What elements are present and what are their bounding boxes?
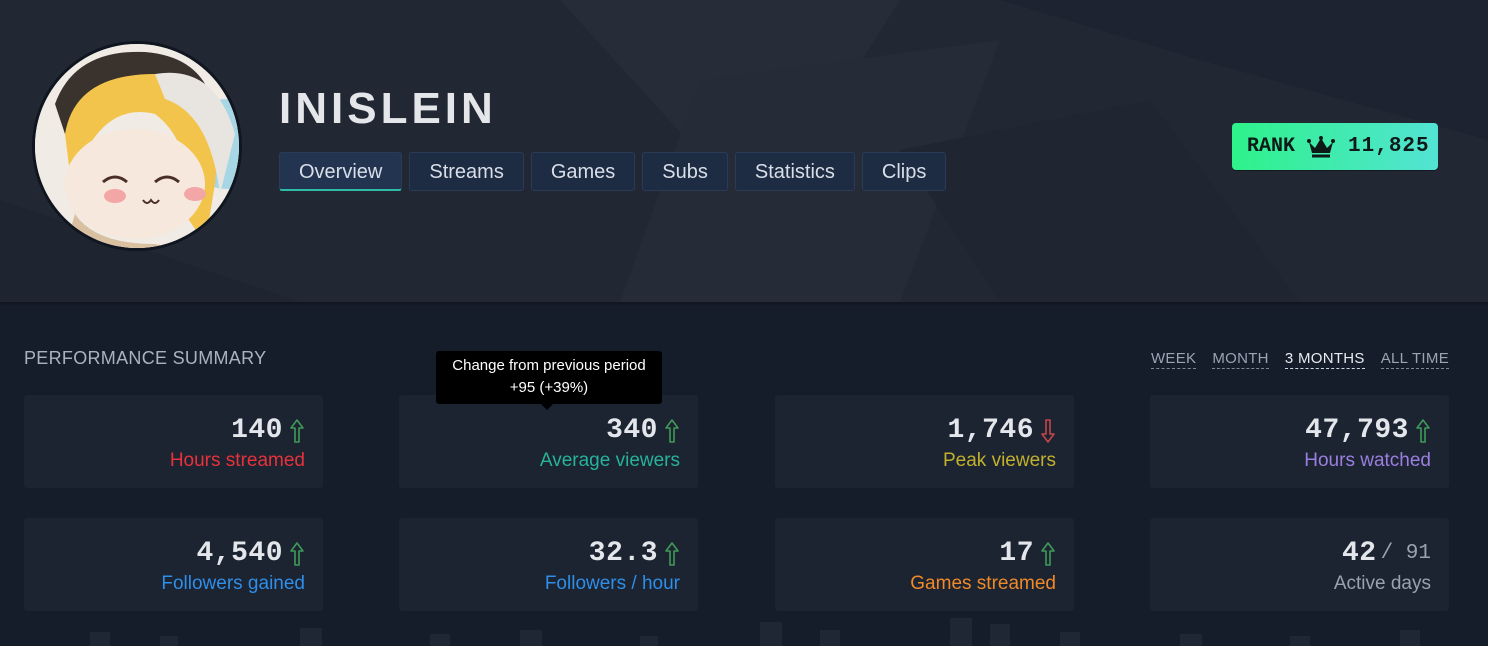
rank-badge[interactable]: RANK 11,825	[1232, 123, 1438, 170]
period-selector: WEEK MONTH 3 MONTHS ALL TIME	[1150, 350, 1449, 369]
stat-label: Followers / hour	[544, 573, 680, 594]
tooltip-title: Change from previous period	[452, 357, 646, 374]
period-3-months[interactable]: 3 MONTHS	[1284, 350, 1365, 369]
stat-value: 4,540	[196, 538, 283, 569]
stat-card-followers-per-hour: 32.3 Followers / hour	[399, 518, 698, 611]
trend-up-icon	[665, 541, 679, 566]
tab-overview[interactable]: Overview	[279, 152, 403, 191]
stat-card-games-streamed: 17 Games streamed	[775, 518, 1074, 611]
rank-label: RANK	[1247, 135, 1296, 158]
chart-preview-strip	[90, 618, 1420, 646]
performance-summary-title: PERFORMANCE SUMMARY	[24, 348, 267, 368]
stat-total: / 91	[1380, 542, 1431, 565]
stat-value: 32.3	[588, 538, 658, 569]
stat-value: 47,793	[1305, 415, 1409, 446]
tab-statistics[interactable]: Statistics	[734, 152, 855, 191]
trend-up-icon	[665, 418, 679, 443]
stat-label: Average viewers	[539, 450, 680, 471]
stat-card-hours-streamed: 140 Hours streamed	[24, 395, 323, 488]
stat-label: Peak viewers	[943, 450, 1056, 471]
tab-subs[interactable]: Subs	[642, 152, 728, 191]
stat-card-active-days: 42 / 91 Active days	[1150, 518, 1449, 611]
channel-name: INISLEIN	[279, 84, 497, 133]
channel-avatar[interactable]	[35, 44, 239, 248]
stat-card-peak-viewers: 1,746 Peak viewers	[775, 395, 1074, 488]
stat-value: 17	[999, 538, 1034, 569]
channel-tabs: Overview Streams Games Subs Statistics C…	[279, 152, 947, 191]
trend-up-icon	[1416, 418, 1430, 443]
trend-up-icon	[1041, 541, 1055, 566]
header-divider	[0, 302, 1488, 306]
avatar-image	[35, 44, 239, 248]
change-tooltip: Change from previous period +95 (+39%)	[436, 351, 662, 410]
stat-value: 42	[1341, 538, 1377, 569]
stat-card-hours-watched: 47,793 Hours watched	[1150, 395, 1449, 488]
stat-card-followers-gained: 4,540 Followers gained	[24, 518, 323, 611]
stat-value: 1,746	[947, 415, 1034, 446]
period-week[interactable]: WEEK	[1150, 350, 1197, 369]
crown-icon	[1307, 135, 1336, 157]
tab-games[interactable]: Games	[530, 152, 636, 191]
tooltip-detail: +95 (+39%)	[509, 379, 589, 396]
rank-value: 11,825	[1348, 135, 1430, 158]
period-month[interactable]: MONTH	[1212, 350, 1269, 369]
stat-value: 140	[231, 415, 283, 446]
trend-up-icon	[290, 418, 304, 443]
stat-label: Active days	[1333, 573, 1431, 594]
channel-header: INISLEIN Overview Streams Games Subs Sta…	[0, 0, 1488, 302]
stat-label: Games streamed	[910, 573, 1056, 594]
stat-label: Hours streamed	[169, 450, 305, 471]
stat-value[interactable]: 340	[606, 415, 658, 446]
tab-clips[interactable]: Clips	[861, 152, 947, 191]
tab-streams[interactable]: Streams	[409, 152, 524, 191]
trend-down-icon	[1041, 418, 1055, 443]
stat-label: Followers gained	[161, 573, 305, 594]
period-all-time[interactable]: ALL TIME	[1380, 350, 1449, 369]
trend-up-icon	[290, 541, 304, 566]
stat-label: Hours watched	[1304, 450, 1431, 471]
